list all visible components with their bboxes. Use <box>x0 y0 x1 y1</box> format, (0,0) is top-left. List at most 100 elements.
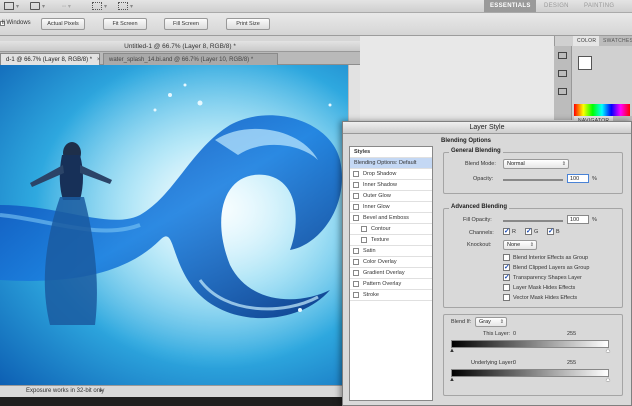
channels-icon[interactable] <box>558 70 567 77</box>
channel-r-checkbox[interactable]: ✓ <box>503 228 510 235</box>
style-gradient-overlay[interactable]: Gradient Overlay <box>350 268 432 279</box>
style-contour[interactable]: Contour <box>350 224 432 235</box>
layer-style-dialog: Layer Style Styles Blending Options: Def… <box>342 121 632 406</box>
style-pattern-overlay[interactable]: Pattern Overlay <box>350 279 432 290</box>
workspace-design[interactable]: DESIGN <box>538 0 575 12</box>
style-checkbox[interactable] <box>353 182 359 188</box>
style-checkbox[interactable] <box>353 204 359 210</box>
underlying-layer-max: 255 <box>567 360 577 366</box>
color-spectrum[interactable] <box>574 104 630 116</box>
slider-handle-icon[interactable]: ▲ <box>449 348 455 354</box>
knockout-label: Knockout: <box>467 242 492 248</box>
opacity-slider[interactable] <box>503 179 563 181</box>
opacity-unit: % <box>592 176 597 182</box>
styles-header[interactable]: Styles <box>350 147 432 158</box>
style-checkbox[interactable] <box>353 281 359 287</box>
style-inner-shadow[interactable]: Inner Shadow <box>350 180 432 191</box>
chevron-down-icon[interactable]: ▾ <box>16 3 19 10</box>
style-checkbox[interactable] <box>361 226 367 232</box>
this-layer-label: This Layer: <box>483 331 511 337</box>
style-checkbox[interactable] <box>353 215 359 221</box>
style-blending-options[interactable]: Blending Options: Default <box>350 158 432 169</box>
fill-opacity-unit: % <box>592 217 597 223</box>
style-checkbox[interactable] <box>353 171 359 177</box>
style-checkbox[interactable] <box>361 237 367 243</box>
style-color-overlay[interactable]: Color Overlay <box>350 257 432 268</box>
options-bar: ll Windows Actual Pixels Fit Screen Fill… <box>0 13 632 36</box>
style-checkbox[interactable] <box>353 193 359 199</box>
actual-pixels-button[interactable]: Actual Pixels <box>41 18 85 30</box>
this-layer-gradient[interactable] <box>451 340 609 348</box>
slider-handle-icon[interactable]: ▲ <box>605 348 611 354</box>
slider-handle-icon[interactable]: ▲ <box>449 377 455 383</box>
screen-mode-icon[interactable] <box>118 2 128 10</box>
application-bar: ▾ ▾ ▫▫ ▾ ▾ ▾ ESSENTIALS DESIGN PAINTING <box>0 0 632 13</box>
view-icon[interactable] <box>30 2 40 10</box>
slider-handle-icon[interactable]: ▲ <box>605 377 611 383</box>
vector-mask-hides-label: Vector Mask Hides Effects <box>513 295 578 301</box>
fill-screen-button[interactable]: Fill Screen <box>164 18 208 30</box>
style-bevel-emboss[interactable]: Bevel and Emboss <box>350 213 432 224</box>
style-checkbox[interactable] <box>353 292 359 298</box>
underlying-layer-gradient[interactable] <box>451 369 609 377</box>
print-size-button[interactable]: Print Size <box>226 18 270 30</box>
style-checkbox[interactable] <box>353 259 359 265</box>
water-splash-artwork <box>0 65 360 385</box>
style-drop-shadow[interactable]: Drop Shadow <box>350 169 432 180</box>
document-tab-water-splash[interactable]: water_splash_14.bi.and @ 66.7% (Layer 10… <box>103 53 278 65</box>
channel-g-label: G <box>534 229 539 235</box>
arrange-icon[interactable] <box>92 2 102 10</box>
paths-icon[interactable] <box>558 88 567 95</box>
style-stroke[interactable]: Stroke <box>350 290 432 301</box>
style-label: Inner Shadow <box>363 182 397 188</box>
layers-icon[interactable] <box>558 52 567 59</box>
zoom-icon[interactable]: ▫▫ ▾ <box>62 3 71 10</box>
blend-interior-checkbox[interactable] <box>503 254 510 261</box>
document-tab-untitled[interactable]: d-1 @ 66.7% (Layer 8, RGB/8) * × <box>0 53 100 65</box>
channels-label: Channels: <box>469 230 494 236</box>
channel-g-checkbox[interactable]: ✓ <box>525 228 532 235</box>
document-tab-label: d-1 @ 66.7% (Layer 8, RGB/8) * <box>6 57 93 63</box>
style-checkbox[interactable] <box>353 248 359 254</box>
style-inner-glow[interactable]: Inner Glow <box>350 202 432 213</box>
tab-swatches[interactable]: SWATCHES <box>599 36 632 46</box>
chevron-down-icon[interactable]: ▾ <box>42 3 45 10</box>
channel-r-label: R <box>512 229 516 235</box>
blend-mode-select[interactable]: Normal ⇕ <box>503 159 569 169</box>
chevron-right-icon[interactable]: ▸ <box>100 386 103 397</box>
workspace-painting[interactable]: PAINTING <box>578 0 620 12</box>
blend-if-group <box>443 314 623 396</box>
chevron-down-icon: ⇕ <box>529 242 534 248</box>
fit-screen-button[interactable]: Fit Screen <box>103 18 147 30</box>
document-canvas[interactable] <box>0 65 360 385</box>
layer-mask-hides-checkbox[interactable] <box>503 284 510 291</box>
style-texture[interactable]: Texture <box>350 235 432 246</box>
tab-color[interactable]: COLOR <box>573 36 601 46</box>
opacity-label: Opacity: <box>473 176 494 182</box>
style-label: Outer Glow <box>363 193 391 199</box>
style-outer-glow[interactable]: Outer Glow <box>350 191 432 202</box>
style-satin[interactable]: Satin <box>350 246 432 257</box>
blend-mode-label: Blend Mode: <box>465 161 496 167</box>
style-label: Texture <box>371 237 390 243</box>
style-label: Color Overlay <box>363 259 397 265</box>
style-checkbox[interactable] <box>353 270 359 276</box>
chevron-down-icon[interactable]: ▾ <box>130 3 133 10</box>
chevron-down-icon[interactable]: ▾ <box>104 3 107 10</box>
vector-mask-hides-checkbox[interactable] <box>503 294 510 301</box>
knockout-select[interactable]: None ⇕ <box>503 240 537 250</box>
this-layer-max: 255 <box>567 331 577 337</box>
advanced-blending-title: Advanced Blending <box>449 204 510 210</box>
workspace-essentials[interactable]: ESSENTIALS <box>484 0 536 12</box>
blend-clipped-checkbox[interactable]: ✓ <box>503 264 510 271</box>
foreground-color-swatch[interactable] <box>578 56 592 70</box>
fill-opacity-input[interactable]: 100 <box>567 215 589 224</box>
opacity-input[interactable]: 100 <box>567 174 589 183</box>
frame-icon[interactable] <box>4 2 14 10</box>
underlying-layer-min: 0 <box>513 360 517 366</box>
fill-opacity-slider[interactable] <box>503 220 563 222</box>
blend-if-select[interactable]: Gray ⇕ <box>475 317 507 327</box>
channel-b-checkbox[interactable]: ✓ <box>547 228 554 235</box>
transparency-shapes-checkbox[interactable]: ✓ <box>503 274 510 281</box>
style-label: Stroke <box>363 292 379 298</box>
